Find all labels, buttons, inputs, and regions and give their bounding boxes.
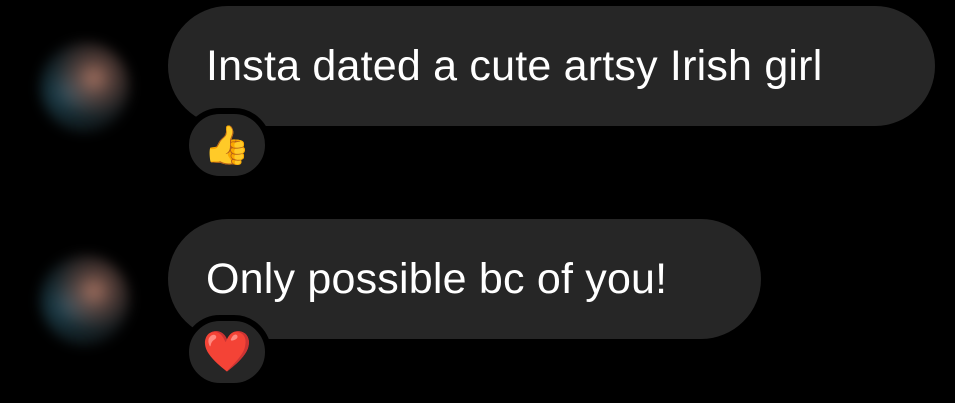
message-bubble[interactable]: Only possible bc of you! [168, 219, 761, 339]
message-text: Only possible bc of you! [206, 254, 668, 303]
thumbs-up-icon: 👍 [203, 123, 251, 167]
message-row: Insta dated a cute artsy Irish girl 👍 [0, 6, 955, 182]
reaction-badge[interactable]: ❤️ [183, 315, 271, 389]
avatar[interactable] [40, 42, 130, 132]
avatar[interactable] [40, 255, 130, 345]
heart-icon: ❤️ [202, 329, 252, 375]
reaction-badge[interactable]: 👍 [183, 108, 271, 182]
message-bubble[interactable]: Insta dated a cute artsy Irish girl [168, 6, 935, 126]
message-text: Insta dated a cute artsy Irish girl [206, 41, 823, 90]
message-row: Only possible bc of you! ❤️ [0, 219, 955, 389]
